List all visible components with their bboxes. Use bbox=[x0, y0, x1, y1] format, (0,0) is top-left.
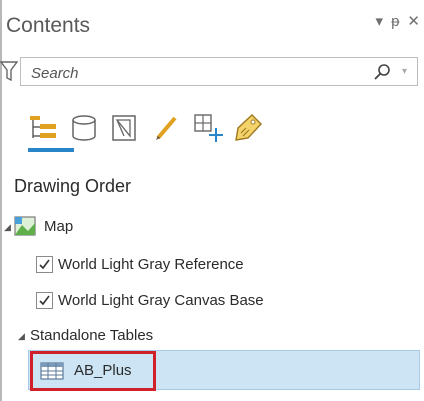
pencil-icon[interactable] bbox=[150, 112, 182, 144]
drawing-order-icon[interactable] bbox=[28, 112, 60, 144]
filter-icon[interactable] bbox=[0, 58, 18, 84]
label-tag-icon[interactable] bbox=[232, 112, 264, 144]
pane-title: Contents bbox=[6, 14, 91, 37]
selection-icon[interactable] bbox=[108, 112, 140, 144]
checkmark-icon bbox=[39, 295, 50, 306]
search-icon[interactable] bbox=[373, 63, 391, 81]
tree-item-standalone-tables[interactable]: Standalone Tables bbox=[30, 327, 153, 344]
map-collapse-icon[interactable]: ◢ bbox=[4, 222, 11, 233]
layer-visibility-checkbox[interactable] bbox=[36, 292, 53, 309]
tree-item-map[interactable]: Map bbox=[44, 218, 73, 235]
drawing-order-heading: Drawing Order bbox=[14, 176, 132, 196]
snapping-icon[interactable] bbox=[192, 112, 224, 144]
search-input[interactable] bbox=[29, 61, 353, 85]
annotation-highlight-box bbox=[30, 351, 156, 391]
layer-visibility-checkbox[interactable] bbox=[36, 256, 53, 273]
map-icon bbox=[14, 216, 36, 236]
search-box: ▾ bbox=[20, 57, 418, 86]
close-icon[interactable]: ✕ bbox=[407, 12, 422, 30]
checkmark-icon bbox=[39, 259, 50, 270]
search-options-caret-icon[interactable]: ▾ bbox=[402, 66, 407, 77]
contents-pane: Contents ▾ ᵽ ✕ ▾ bbox=[0, 0, 424, 401]
pane-controls: ▾ ᵽ ✕ bbox=[370, 12, 422, 30]
layer-world-light-gray-canvas-base[interactable]: World Light Gray Canvas Base bbox=[58, 292, 264, 309]
database-icon[interactable] bbox=[68, 112, 100, 144]
active-tool-indicator bbox=[28, 148, 74, 152]
pin-icon[interactable]: ᵽ bbox=[391, 13, 401, 30]
layer-world-light-gray-reference[interactable]: World Light Gray Reference bbox=[58, 256, 244, 273]
standalone-tables-collapse-icon[interactable]: ◢ bbox=[18, 331, 25, 342]
menu-dropdown-icon[interactable]: ▾ bbox=[376, 12, 386, 30]
